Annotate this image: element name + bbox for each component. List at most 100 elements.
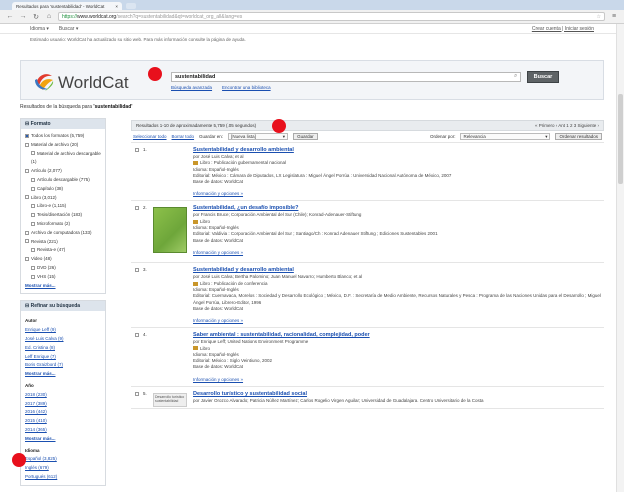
checkbox[interactable]: [31, 265, 35, 270]
year-facet-link[interactable]: 2016 (442): [25, 408, 101, 417]
browser-tab[interactable]: Resultados para 'sustentabilidad' - Worl…: [12, 2, 122, 10]
checkbox[interactable]: [31, 248, 35, 253]
format-facet-item[interactable]: Libro (3,012): [25, 194, 101, 203]
find-library-link[interactable]: Encontrar una biblioteca: [222, 85, 271, 90]
checkbox[interactable]: [25, 133, 29, 138]
format-facet-label: Microformato (2): [37, 220, 71, 226]
bookmark-star-icon[interactable]: ☆: [597, 14, 601, 20]
browser-tab-bar: Resultados para 'sustentabilidad' - Worl…: [0, 0, 624, 10]
url-field[interactable]: https:// www.worldcat.org /search?q=sust…: [58, 12, 605, 21]
checkbox[interactable]: [25, 169, 29, 173]
checkbox[interactable]: [25, 195, 29, 200]
format-facet-item[interactable]: Revista (221): [25, 238, 101, 247]
record-title-link[interactable]: Desarrollo turístico y sustentabilidad s…: [193, 391, 307, 397]
checkbox[interactable]: [31, 186, 35, 191]
scrollbar-thumb[interactable]: [618, 94, 623, 184]
save-button[interactable]: Guardar: [293, 133, 318, 140]
search-menu[interactable]: Buscar ▾: [59, 26, 78, 32]
forward-arrow-icon[interactable]: →: [19, 13, 27, 20]
record-title-link[interactable]: Sustentabilidad y desarrollo ambiental: [193, 147, 294, 153]
sort-button[interactable]: Ordenar resultados: [555, 133, 602, 140]
page-scrollbar[interactable]: [616, 24, 624, 492]
book-cover-image[interactable]: Desarrollo turístico sustentabilidad: [153, 392, 187, 407]
search-icon[interactable]: ⌕: [514, 73, 517, 80]
new-tab-button[interactable]: [126, 3, 136, 9]
record-checkbox[interactable]: [135, 268, 139, 273]
language-menu[interactable]: Idioma ▾: [30, 26, 49, 32]
format-facet-panel: ⊟ Formato Todos los formatos (5,759) Mate…: [20, 118, 106, 295]
checkbox[interactable]: [31, 212, 35, 217]
menu-icon[interactable]: ≡: [610, 13, 618, 20]
format-facet-item[interactable]: Material de archivo (20): [25, 141, 101, 150]
save-list-select[interactable]: [Nueva lista] ▾: [228, 133, 289, 140]
advanced-search-link[interactable]: Búsqueda avanzada: [171, 85, 212, 90]
reload-icon[interactable]: ↻: [32, 13, 40, 21]
checkbox[interactable]: [31, 177, 35, 182]
account-links[interactable]: Crear cuenta | Iniciar sesión: [532, 26, 594, 32]
format-facet-head[interactable]: ⊟ Formato: [21, 119, 105, 129]
clear-all-link[interactable]: Borrar todo: [172, 134, 195, 139]
format-facet-item[interactable]: Material de archivo descargable (1): [25, 150, 101, 168]
format-facet-item[interactable]: Archivo de computadora (133): [25, 229, 101, 238]
tab-close-icon[interactable]: ×: [115, 4, 118, 9]
back-arrow-icon[interactable]: ←: [6, 13, 14, 20]
format-facet-item[interactable]: Todos los formatos (5,759): [25, 132, 101, 141]
search-input[interactable]: [171, 72, 521, 82]
language-facet-link[interactable]: Inglés (679): [25, 464, 101, 473]
home-icon[interactable]: ⌂: [45, 13, 53, 20]
format-facet-item[interactable]: VHS (15): [25, 273, 101, 282]
search-button[interactable]: Buscar: [527, 71, 559, 83]
format-facet-title: Formato: [30, 121, 51, 127]
language-facet-link[interactable]: Portugués (612): [25, 473, 101, 482]
language-facet-link[interactable]: Español (3,825): [25, 455, 101, 464]
record-title-link[interactable]: Sustentabilidad y desarrollo ambiental: [193, 267, 294, 273]
checkbox[interactable]: [31, 221, 35, 226]
book-cover-image[interactable]: [153, 207, 187, 254]
year-facet-link[interactable]: 2017 (389): [25, 400, 101, 409]
format-facet-item[interactable]: DVD (26): [25, 264, 101, 273]
refine-facet-head[interactable]: ⊟ Refinar su búsqueda: [21, 301, 105, 312]
checkbox[interactable]: [31, 274, 35, 279]
author-facet-link[interactable]: Enrique Leff (9): [25, 326, 101, 335]
format-facet-item[interactable]: Revista-e (47): [25, 246, 101, 255]
worldcat-logo[interactable]: WorldCat: [33, 69, 129, 93]
record-checkbox[interactable]: [135, 391, 139, 396]
checkbox[interactable]: [31, 204, 35, 209]
checkbox[interactable]: [25, 256, 29, 261]
format-facet-item[interactable]: Microformato (2): [25, 220, 101, 229]
format-facet-item[interactable]: Capítulo (38): [25, 185, 101, 194]
pagination[interactable]: « Primero ‹ Ant 1 2 3 Siguiente ›: [535, 123, 599, 128]
record-checkbox[interactable]: [135, 148, 139, 152]
checkbox[interactable]: [25, 142, 29, 147]
author-facet-link[interactable]: José Luis Calva (9): [25, 335, 101, 344]
checkbox[interactable]: [25, 230, 29, 235]
checkbox[interactable]: [31, 151, 35, 156]
sort-label: Ordenar por:: [429, 134, 456, 139]
checkbox[interactable]: [25, 239, 29, 244]
select-all-link[interactable]: Seleccionar todo: [133, 134, 167, 139]
format-facet-item[interactable]: Artículo (2,077): [25, 167, 101, 176]
year-facet-link[interactable]: 2015 (410): [25, 417, 101, 426]
sort-select[interactable]: Relevancia ▾: [460, 133, 551, 140]
format-facet-item[interactable]: Libro-e (1,115): [25, 202, 101, 211]
format-more-link[interactable]: Mostrar más...: [25, 283, 56, 288]
format-facet-item[interactable]: Video (48): [25, 255, 101, 264]
record-more-info-link[interactable]: Información y opciones »: [193, 191, 243, 196]
record-checkbox[interactable]: [135, 206, 139, 211]
format-facet-item[interactable]: Tesis/disertación (183): [25, 211, 101, 220]
record-title-link[interactable]: Sustentabilidad, ¿un desafío imposible?: [193, 205, 298, 211]
record-more-info-link[interactable]: Información y opciones »: [193, 318, 243, 323]
author-facet-link[interactable]: Ed. Cristina (8): [25, 344, 101, 353]
format-facet-item[interactable]: Artículo descargable (775): [25, 176, 101, 185]
author-facet-link[interactable]: Boris Graizbord (7): [25, 361, 101, 370]
record-author: por Javier Orozco Alvarado; Patricia Núñ…: [193, 397, 484, 403]
record-more-info-link[interactable]: Información y opciones »: [193, 250, 243, 255]
author-facet-link[interactable]: Leff Enrique (7): [25, 353, 101, 362]
record-more-info-link[interactable]: Información y opciones »: [193, 377, 243, 382]
record-checkbox[interactable]: [135, 333, 139, 338]
author-more-link[interactable]: Mostrar más...: [25, 371, 56, 376]
year-facet-link[interactable]: 2018 (230): [25, 391, 101, 400]
year-more-link[interactable]: Mostrar más...: [25, 436, 56, 441]
year-facet-link[interactable]: 2014 (365): [25, 426, 101, 435]
record-title-link[interactable]: Saber ambiental : sustentabilidad, racio…: [193, 332, 370, 338]
